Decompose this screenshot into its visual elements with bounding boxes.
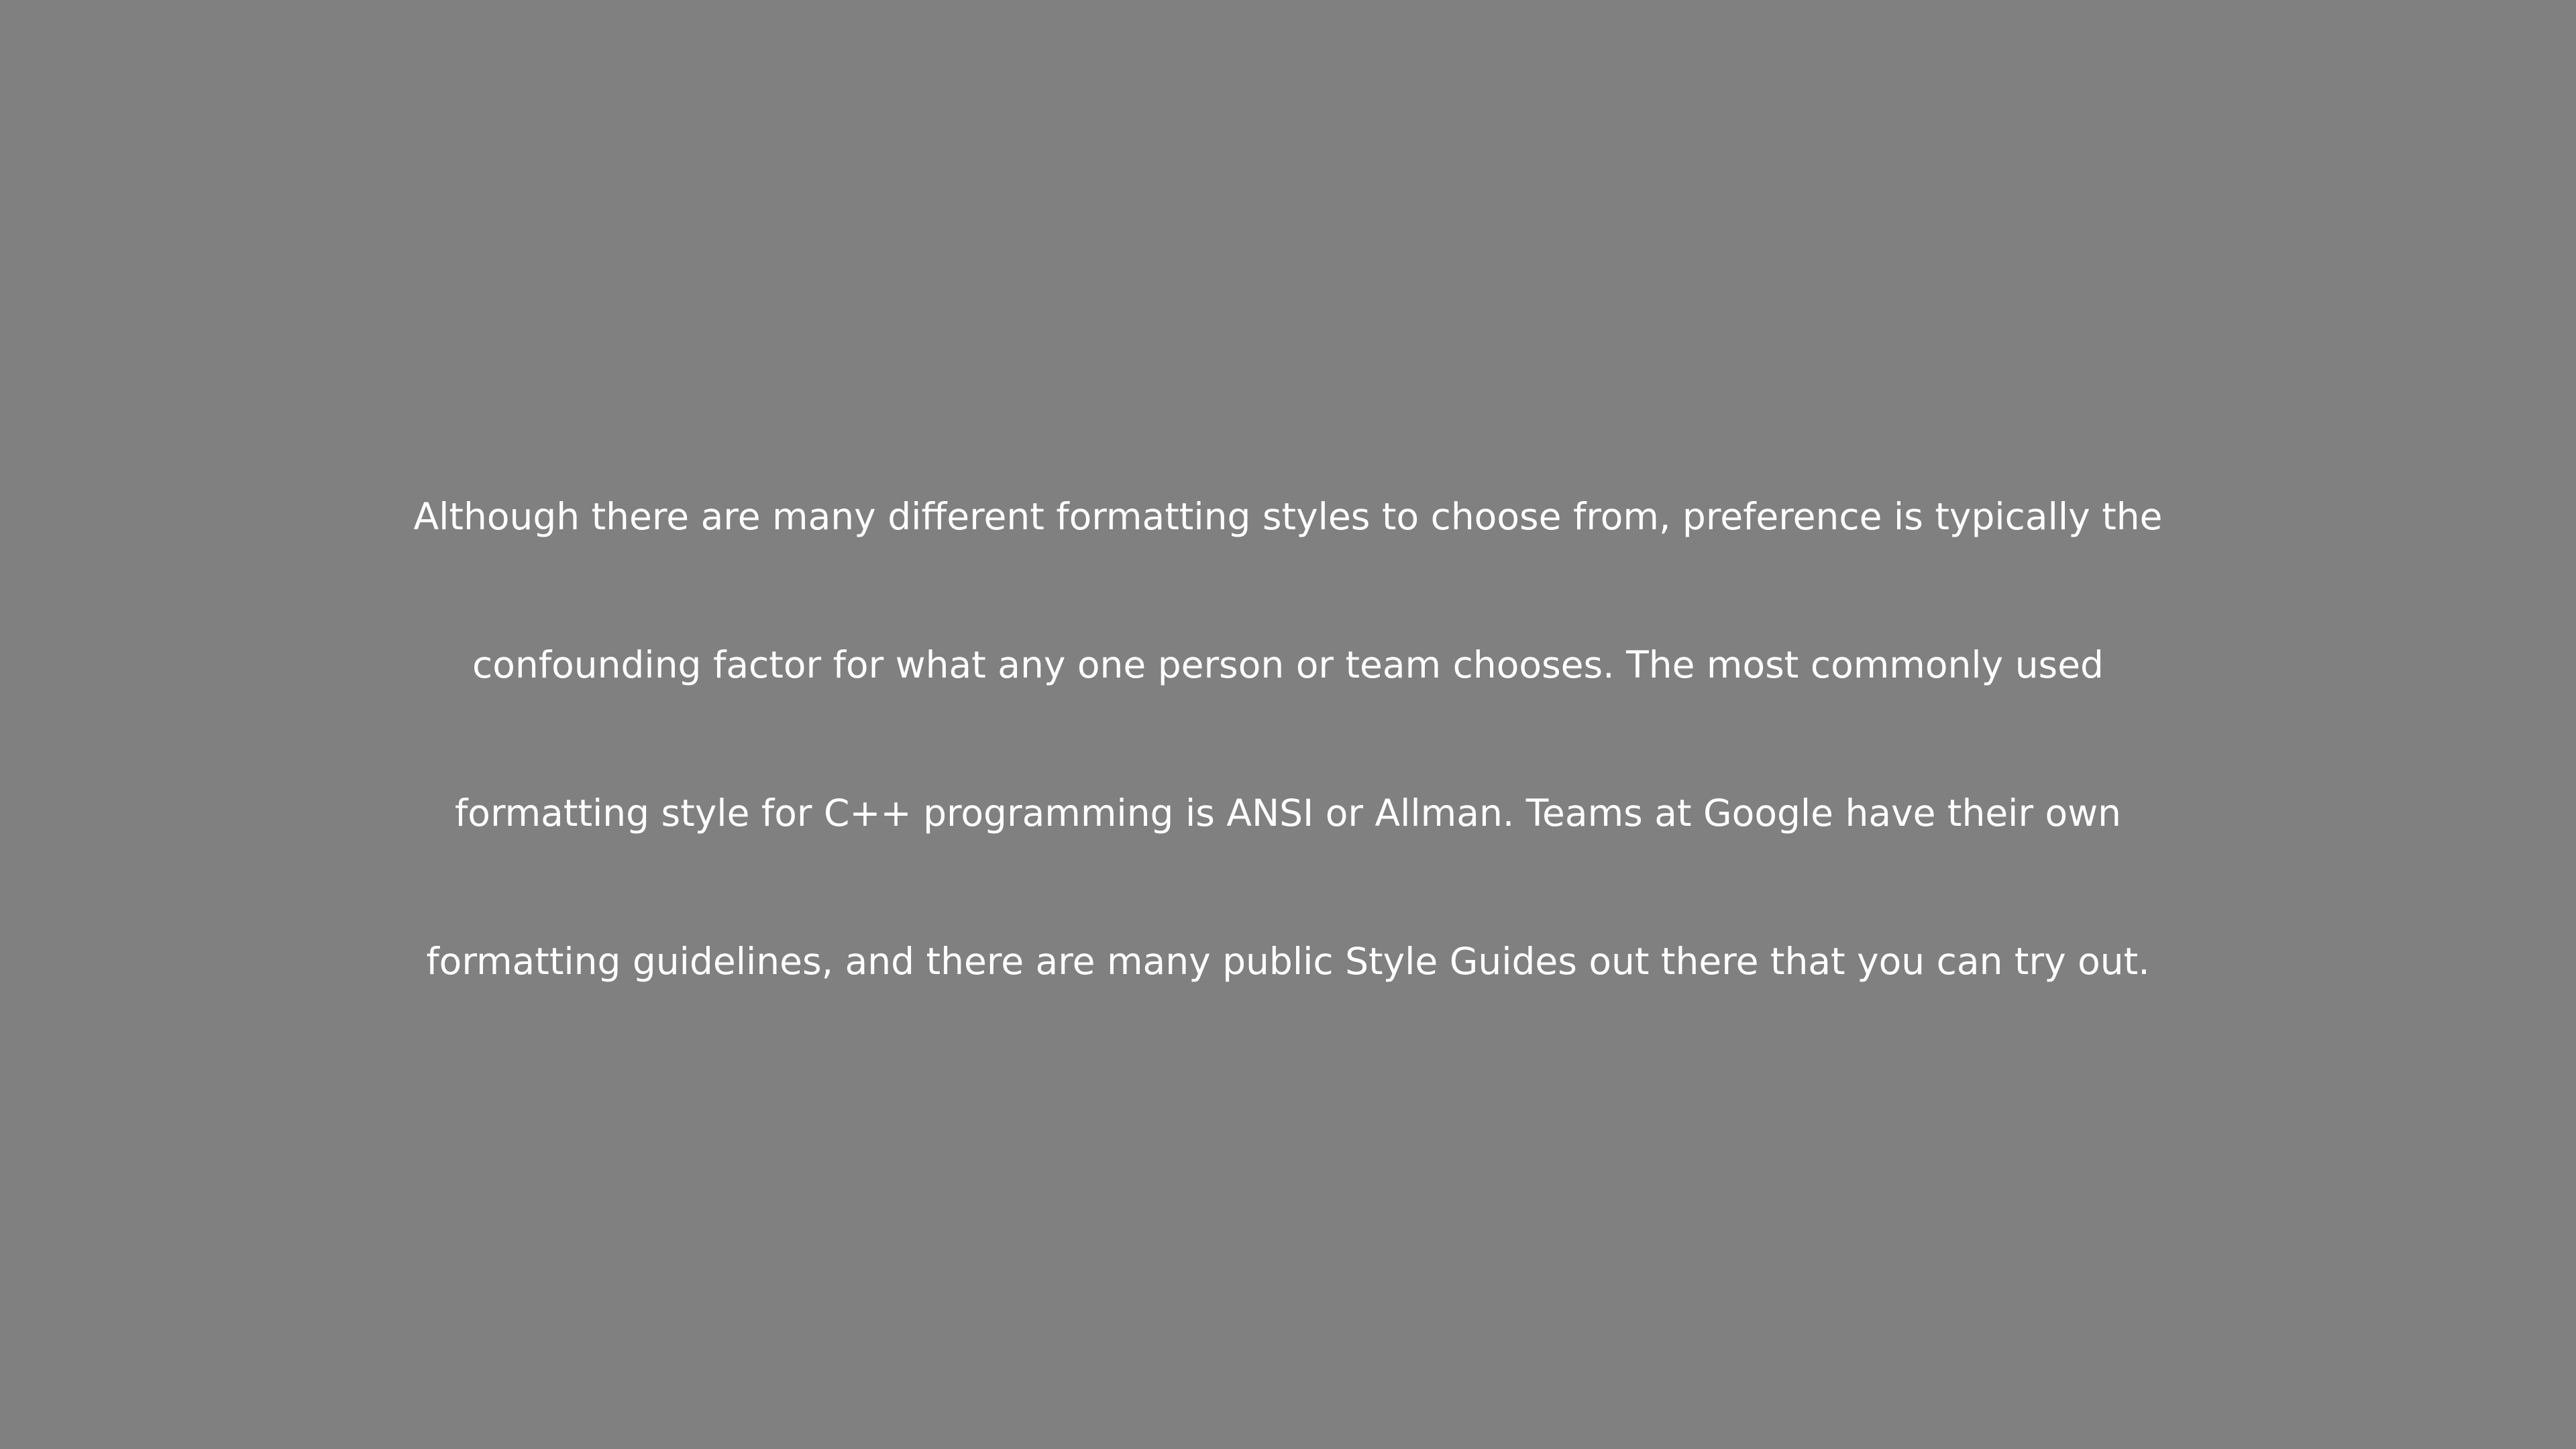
caption-line-4: formatting guidelines, and there are man…	[426, 940, 2150, 983]
caption-screen: Although there are many different format…	[0, 0, 2576, 1449]
caption-line-3: formatting style for C++ programming is …	[454, 792, 2122, 835]
caption-line-2: confounding factor for what any one pers…	[472, 643, 2104, 686]
caption-line-1: Although there are many different format…	[413, 495, 2163, 538]
caption-text-block: Although there are many different format…	[0, 443, 2576, 1036]
